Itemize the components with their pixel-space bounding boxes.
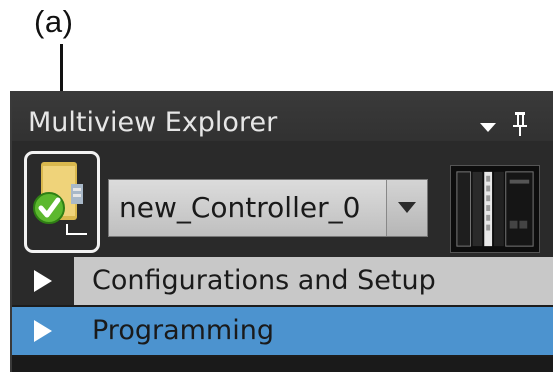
tree-item-configurations[interactable]: Configurations and Setup <box>12 257 553 305</box>
controller-online-icon <box>33 162 87 235</box>
tree-item-programming[interactable]: Programming <box>12 307 553 355</box>
triangle-right-icon <box>34 320 52 342</box>
pin-icon[interactable] <box>512 111 528 137</box>
tree-toggle[interactable] <box>12 307 74 355</box>
panel-title: Multiview Explorer <box>28 107 278 138</box>
controller-status-button[interactable] <box>24 151 100 253</box>
tree-toggle[interactable] <box>12 257 74 305</box>
tree-item-label: Programming <box>92 315 274 346</box>
tree-remaining-area <box>12 357 553 372</box>
multiview-explorer-panel: Multiview Explorer new_Controller_0 Conf… <box>10 91 553 372</box>
tree-item-label: Configurations and Setup <box>92 265 436 296</box>
controller-select-value: new_Controller_0 <box>119 191 361 224</box>
controller-select[interactable]: new_Controller_0 <box>108 179 428 237</box>
controller-hardware-image <box>450 165 540 253</box>
triangle-right-icon <box>34 270 52 292</box>
callout-label: (a) <box>34 4 74 39</box>
controller-row: new_Controller_0 <box>12 141 553 257</box>
screenshot-root: (a) Multiview Explorer new_Controller_0 … <box>0 0 553 372</box>
chevron-down-icon <box>398 202 416 213</box>
dropdown-arrow-icon[interactable] <box>480 123 496 132</box>
controller-select-dropdown-button[interactable] <box>386 180 427 236</box>
